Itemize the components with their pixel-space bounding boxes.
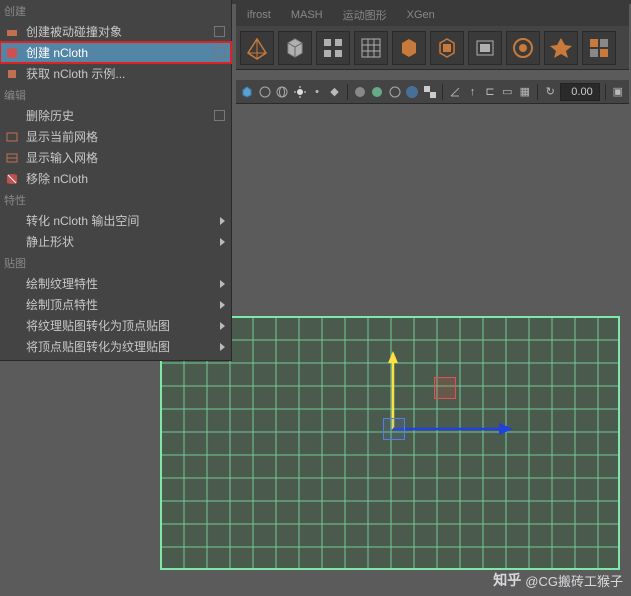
viewport-toolbar: • ◆ ↑ ⊏ ▭ ▦ ↻ 0.00 ▣: [236, 80, 629, 104]
create-ncloth-icon: [4, 45, 20, 61]
option-box[interactable]: [214, 110, 225, 121]
menu-paint-texture-property[interactable]: 绘制纹理特性: [0, 273, 231, 294]
reload-icon[interactable]: ↻: [543, 84, 557, 100]
arrow-up-icon[interactable]: ↑: [465, 84, 479, 100]
menu-item-label: 显示输入网格: [26, 149, 225, 166]
menu-section-maps: 贴图: [0, 252, 231, 273]
shelf-btn-9[interactable]: [544, 31, 578, 65]
shelf-btn-3[interactable]: [316, 31, 350, 65]
shelf-btn-5[interactable]: [392, 31, 426, 65]
menu-remove-ncloth[interactable]: 移除 nCloth: [0, 168, 231, 189]
dot-icon[interactable]: •: [310, 84, 324, 100]
ncloth-menu: 创建 创建被动碰撞对象 创建 nCloth 获取 nCloth 示例... 编辑…: [0, 0, 232, 361]
menu-show-input-mesh[interactable]: 显示输入网格: [0, 147, 231, 168]
blank-icon: [4, 297, 20, 313]
menu-delete-history[interactable]: 删除历史: [0, 105, 231, 126]
option-box[interactable]: [214, 47, 225, 58]
shelf-btn-7[interactable]: [468, 31, 502, 65]
shelf-btn-8[interactable]: [506, 31, 540, 65]
menu-vertex-to-texture-map[interactable]: 将顶点贴图转化为纹理贴图: [0, 336, 231, 357]
option-box[interactable]: [214, 26, 225, 37]
submenu-arrow-icon: [220, 217, 225, 225]
axis-icon[interactable]: [448, 84, 462, 100]
menu-item-label: 将纹理贴图转化为顶点贴图: [26, 317, 216, 334]
blank-icon: [4, 339, 20, 355]
menu-texture-to-vertex-map[interactable]: 将纹理贴图转化为顶点贴图: [0, 315, 231, 336]
value-field[interactable]: 0.00: [560, 83, 599, 101]
ncloth-example-icon: [4, 66, 20, 82]
camera-icon[interactable]: ▣: [611, 84, 625, 100]
wireframe-icon[interactable]: [388, 84, 402, 100]
menu-create-ncloth[interactable]: 创建 nCloth: [0, 42, 231, 63]
bracket-icon[interactable]: ⊏: [483, 84, 497, 100]
menu-item-label: 绘制纹理特性: [26, 275, 216, 292]
submenu-arrow-icon: [220, 238, 225, 246]
remove-ncloth-icon: [4, 171, 20, 187]
shelf-tabs: ifrost MASH 运动图形 XGen: [236, 4, 629, 26]
checker-icon[interactable]: [422, 84, 436, 100]
sphere-icon[interactable]: [353, 84, 367, 100]
grid-icon[interactable]: ▦: [518, 84, 532, 100]
blank-icon: [4, 213, 20, 229]
menu-item-label: 创建 nCloth: [26, 44, 210, 61]
shelf-toolbar: [236, 26, 629, 70]
submenu-arrow-icon: [220, 280, 225, 288]
diamond-icon[interactable]: ◆: [327, 84, 341, 100]
tab-xgen[interactable]: XGen: [398, 6, 444, 24]
blank-icon: [4, 318, 20, 334]
gizmo-blue-handle[interactable]: [383, 418, 405, 440]
gizmo-red-handle[interactable]: [434, 377, 456, 399]
menu-section-create: 创建: [0, 0, 231, 21]
shaded-icon[interactable]: [370, 84, 384, 100]
menu-item-label: 绘制顶点特性: [26, 296, 216, 313]
blank-icon: [4, 276, 20, 292]
glow-icon[interactable]: [405, 84, 419, 100]
blank-icon: [4, 108, 20, 124]
submenu-arrow-icon: [220, 301, 225, 309]
shelf-btn-6[interactable]: [430, 31, 464, 65]
globe-icon[interactable]: [275, 84, 289, 100]
watermark: 知乎 @CG搬砖工猴子: [493, 570, 623, 590]
menu-show-current-mesh[interactable]: 显示当前网格: [0, 126, 231, 147]
tab-motion-graphics[interactable]: 运动图形: [334, 4, 396, 26]
menu-item-label: 删除历史: [26, 107, 210, 124]
tab-mash[interactable]: MASH: [282, 6, 332, 24]
menu-item-label: 将顶点贴图转化为纹理贴图: [26, 338, 216, 355]
menu-item-label: 创建被动碰撞对象: [26, 23, 210, 40]
show-input-icon: [4, 150, 20, 166]
menu-paint-vertex-property[interactable]: 绘制顶点特性: [0, 294, 231, 315]
menu-item-label: 显示当前网格: [26, 128, 225, 145]
circle-icon[interactable]: [257, 84, 271, 100]
menu-create-passive-collider[interactable]: 创建被动碰撞对象: [0, 21, 231, 42]
shelf-btn-1[interactable]: [240, 31, 274, 65]
cube-icon[interactable]: [240, 84, 254, 100]
menu-item-label: 转化 nCloth 输出空间: [26, 212, 216, 229]
menu-rest-shape[interactable]: 静止形状: [0, 231, 231, 252]
zhihu-logo-icon: 知乎: [493, 570, 521, 590]
menu-get-ncloth-example[interactable]: 获取 nCloth 示例...: [0, 63, 231, 84]
menu-item-label: 获取 nCloth 示例...: [26, 65, 225, 82]
submenu-arrow-icon: [220, 322, 225, 330]
watermark-text: @CG搬砖工猴子: [525, 571, 623, 590]
menu-item-label: 静止形状: [26, 233, 216, 250]
sun-icon[interactable]: [292, 84, 306, 100]
passive-collider-icon: [4, 24, 20, 40]
menu-section-properties: 特性: [0, 189, 231, 210]
menu-convert-output-space[interactable]: 转化 nCloth 输出空间: [0, 210, 231, 231]
show-current-icon: [4, 129, 20, 145]
menu-section-edit: 编辑: [0, 84, 231, 105]
tab-ifrost[interactable]: ifrost: [238, 6, 280, 24]
menu-item-label: 移除 nCloth: [26, 170, 225, 187]
rect-icon[interactable]: ▭: [500, 84, 514, 100]
shelf-btn-10[interactable]: [582, 31, 616, 65]
blank-icon: [4, 234, 20, 250]
shelf-btn-2[interactable]: [278, 31, 312, 65]
shelf-btn-4[interactable]: [354, 31, 388, 65]
submenu-arrow-icon: [220, 343, 225, 351]
